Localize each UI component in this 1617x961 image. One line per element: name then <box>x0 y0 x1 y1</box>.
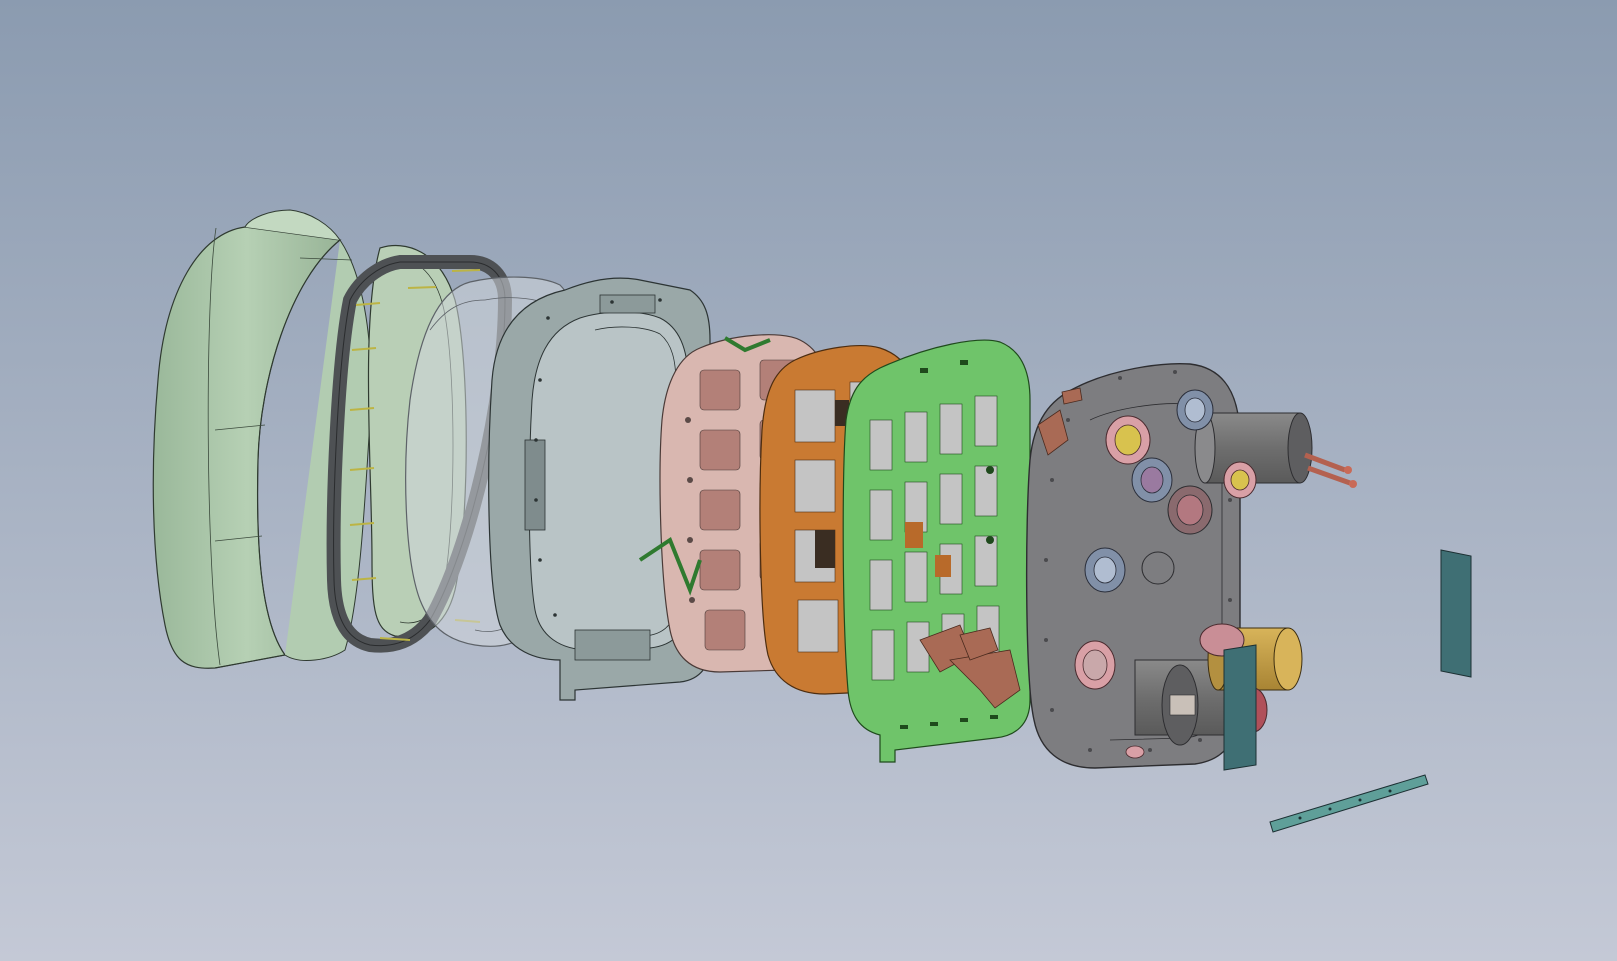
clamp-blue-3 <box>1084 547 1126 593</box>
clamp-dark <box>1167 485 1213 535</box>
clamp-pink-2 <box>1074 640 1116 690</box>
clamp-pink-1 <box>1105 415 1151 465</box>
clamp-blue-1 <box>1176 389 1214 431</box>
vertical-strip-2[interactable] <box>1440 549 1472 678</box>
vertical-strip-1[interactable] <box>1223 644 1257 771</box>
exploded-assembly-drawing <box>0 0 1617 961</box>
clamp-pink-3 <box>1223 461 1257 499</box>
cad-viewport[interactable] <box>0 0 1617 961</box>
clamp-blue-2 <box>1131 457 1173 503</box>
